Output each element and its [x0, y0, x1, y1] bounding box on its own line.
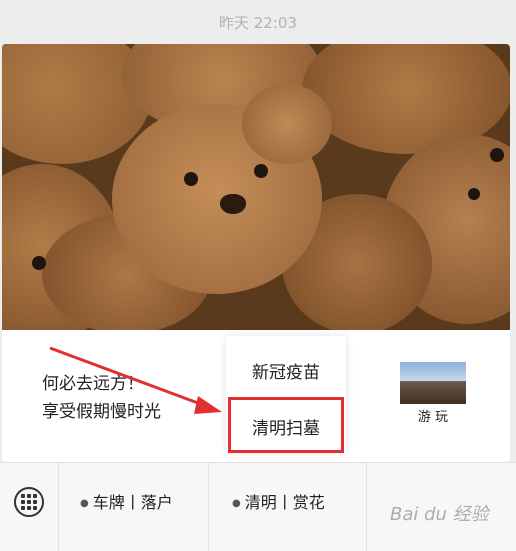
menu-item-license[interactable]: ● 车牌丨落户	[80, 489, 173, 513]
keyboard-icon[interactable]	[14, 487, 44, 517]
menu-label-qingming: 清明丨赏花	[244, 493, 325, 512]
menu-item-qingming[interactable]: ● 清明丨赏花	[232, 489, 325, 513]
menu-label-license: 车牌丨落户	[92, 493, 173, 512]
watermark: Bai du 经验	[390, 504, 489, 525]
